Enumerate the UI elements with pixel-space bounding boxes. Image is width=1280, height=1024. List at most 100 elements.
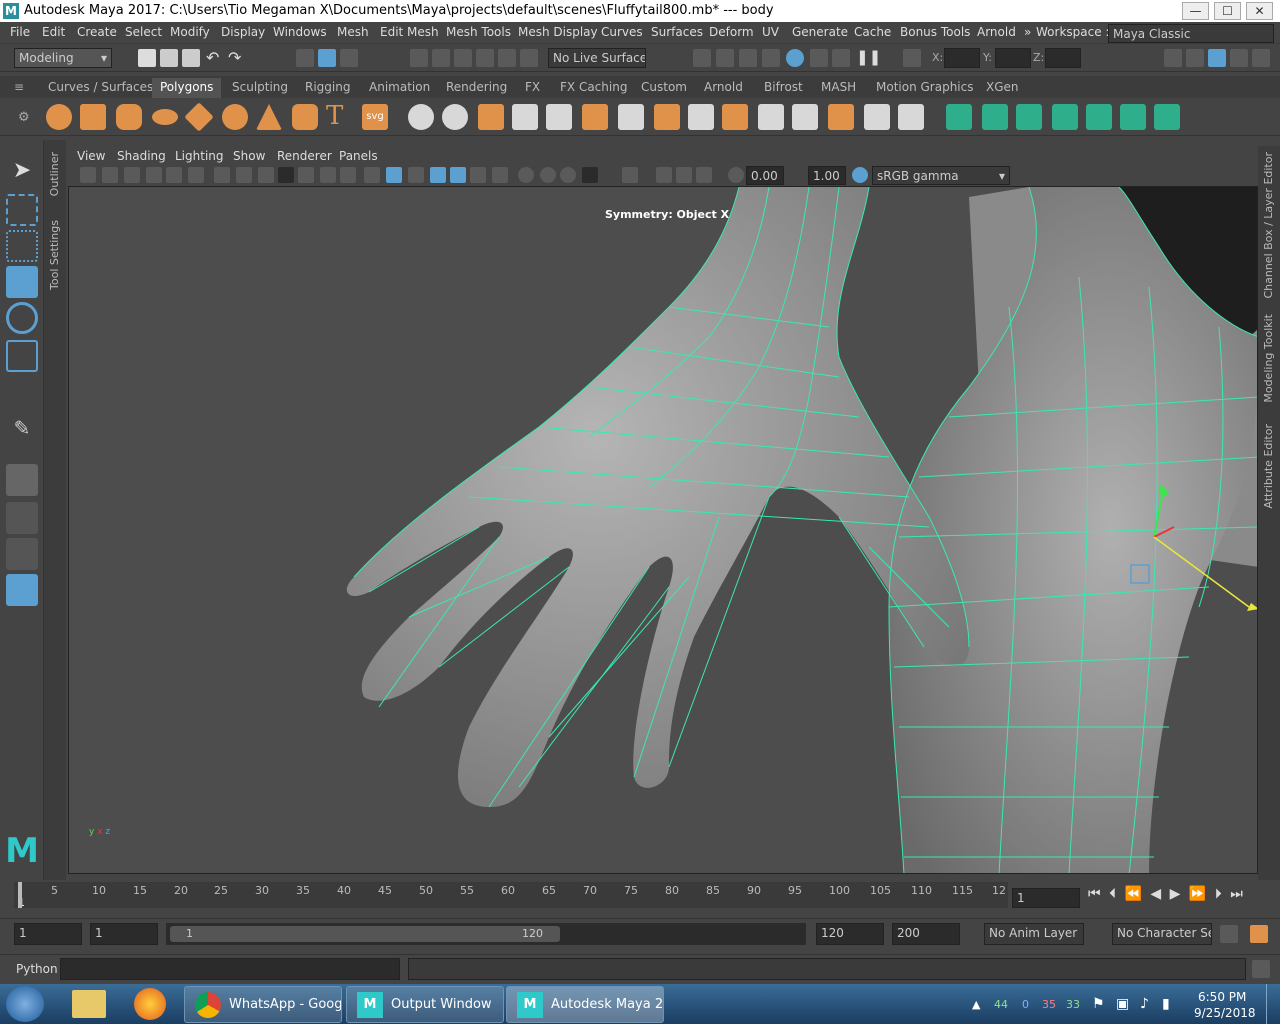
show-desktop-button[interactable] xyxy=(1266,984,1280,1024)
panel-menu-show[interactable]: Show xyxy=(233,149,265,163)
maximize-button[interactable]: ☐ xyxy=(1214,2,1241,20)
film-gate-icon[interactable] xyxy=(236,167,252,183)
menu-curves[interactable]: Curves xyxy=(601,25,643,39)
select-tool-icon[interactable]: ➤ xyxy=(6,158,38,190)
menu-mesh-tools[interactable]: Mesh Tools xyxy=(446,25,511,39)
play-backward-icon[interactable]: ◀ xyxy=(1150,886,1161,902)
gear-icon[interactable]: ⚙ xyxy=(18,110,30,125)
current-frame-field[interactable]: 1 xyxy=(1012,888,1080,908)
default-material-icon[interactable] xyxy=(408,167,424,183)
step-back-frame-icon[interactable]: ⏪ xyxy=(1125,886,1142,902)
animation-prefs-icon[interactable] xyxy=(1250,925,1268,943)
workspace-select[interactable]: Maya Classic xyxy=(1108,24,1274,43)
render-settings-icon[interactable] xyxy=(762,49,780,67)
snap-grid-icon[interactable] xyxy=(410,49,428,67)
undo-icon[interactable]: ↶ xyxy=(206,48,219,67)
poly-torus-icon[interactable] xyxy=(184,102,214,132)
last-tool-icon[interactable]: ✎ xyxy=(6,416,38,448)
cylindrical-uv-icon[interactable] xyxy=(982,104,1008,130)
panel-menu-panels[interactable]: Panels xyxy=(339,149,378,163)
taskbar-whatsapp[interactable]: WhatsApp - Goog... xyxy=(184,986,342,1023)
anim-layer-field[interactable]: No Anim Layer xyxy=(984,923,1084,945)
tab-fx[interactable]: FX xyxy=(517,78,548,98)
command-input[interactable] xyxy=(60,958,400,980)
tab-xgen[interactable]: XGen xyxy=(978,78,1027,98)
checker-uv-icon[interactable] xyxy=(1120,104,1146,130)
rotate-tool-icon[interactable] xyxy=(6,302,38,334)
step-forward-key-icon[interactable]: ⏵ xyxy=(1215,886,1222,902)
color-management-icon[interactable] xyxy=(852,167,868,183)
camera-attributes-icon[interactable] xyxy=(102,167,118,183)
step-forward-frame-icon[interactable]: ⏩ xyxy=(1189,886,1206,902)
menu-create[interactable]: Create xyxy=(77,25,117,39)
poly-cube-icon[interactable] xyxy=(80,104,106,130)
ipr-render-icon[interactable] xyxy=(739,49,757,67)
reduce-icon[interactable] xyxy=(688,104,714,130)
xray-joints-icon[interactable] xyxy=(676,167,692,183)
auto-key-icon[interactable] xyxy=(1220,925,1238,943)
tab-arnold[interactable]: Arnold xyxy=(696,78,751,98)
channel-box-tab[interactable]: Channel Box / Layer Editor xyxy=(1262,152,1275,299)
grease-pencil-icon[interactable] xyxy=(166,167,182,183)
tab-polygons[interactable]: Polygons xyxy=(152,78,222,98)
gate-mask-icon[interactable] xyxy=(278,167,294,183)
bridge-icon[interactable] xyxy=(722,104,748,130)
resolution-gate-icon[interactable] xyxy=(258,167,274,183)
four-view-icon[interactable] xyxy=(6,502,38,534)
panel-menu-lighting[interactable]: Lighting xyxy=(175,149,224,163)
range-slider[interactable]: 1 120 xyxy=(166,923,806,945)
sign-in-icon[interactable] xyxy=(1164,49,1182,67)
safe-title-icon[interactable] xyxy=(340,167,356,183)
textured-icon[interactable] xyxy=(450,167,466,183)
outliner-tab[interactable]: Outliner xyxy=(48,152,61,196)
show-hidden-icons[interactable]: ▲ xyxy=(972,998,980,1011)
snap-curve-icon[interactable] xyxy=(432,49,450,67)
menu-bonus-tools[interactable]: Bonus Tools xyxy=(900,25,970,39)
attribute-editor-tab[interactable]: Attribute Editor xyxy=(1262,424,1275,509)
menu-surfaces[interactable]: Surfaces xyxy=(651,25,703,39)
pen-icon[interactable] xyxy=(188,167,204,183)
playback-end-field[interactable]: 120 xyxy=(816,923,884,945)
modeling-toolkit-icon[interactable] xyxy=(1186,49,1204,67)
menu-edit[interactable]: Edit xyxy=(42,25,65,39)
automatic-uv-icon[interactable] xyxy=(1052,104,1078,130)
shadows-icon[interactable] xyxy=(492,167,508,183)
taskbar-output-window[interactable]: M Output Window xyxy=(346,986,504,1023)
poly-svg-icon[interactable]: svg xyxy=(362,104,388,130)
modeling-toolkit-tab[interactable]: Modeling Toolkit xyxy=(1262,314,1275,403)
ambient-occlusion-icon[interactable] xyxy=(518,167,534,183)
light-editor-icon[interactable] xyxy=(832,49,850,67)
save-scene-icon[interactable] xyxy=(182,49,200,67)
gamma-field[interactable]: 1.00 xyxy=(808,166,846,185)
select-object-icon[interactable] xyxy=(318,49,336,67)
spherical-uv-icon[interactable] xyxy=(1016,104,1042,130)
select-component-icon[interactable] xyxy=(340,49,358,67)
menu-select[interactable]: Select xyxy=(125,25,162,39)
fill-hole-icon[interactable] xyxy=(654,104,680,130)
open-scene-icon[interactable] xyxy=(160,49,178,67)
snap-vertex-icon[interactable] xyxy=(520,49,538,67)
render-frame-icon[interactable] xyxy=(693,49,711,67)
tab-animation[interactable]: Animation xyxy=(361,78,438,98)
lasso-tool-icon[interactable] xyxy=(6,194,38,226)
playback-start-field[interactable]: 1 xyxy=(90,923,158,945)
snap-view-icon[interactable] xyxy=(476,49,494,67)
minimize-button[interactable]: — xyxy=(1182,2,1209,20)
poly-helix-icon[interactable] xyxy=(222,104,248,130)
bookmark-icon[interactable] xyxy=(124,167,140,183)
wireframe-icon[interactable] xyxy=(364,167,380,183)
y-input[interactable] xyxy=(995,48,1031,68)
poly-pyramid-icon[interactable] xyxy=(256,104,282,130)
redo-icon[interactable]: ↷ xyxy=(228,48,241,67)
field-chart-icon[interactable] xyxy=(298,167,314,183)
menu-file[interactable]: File xyxy=(10,25,30,39)
hypershade-icon[interactable] xyxy=(786,49,804,67)
bevel-icon[interactable] xyxy=(792,104,818,130)
depth-of-field-icon[interactable] xyxy=(582,167,598,183)
tab-bifrost[interactable]: Bifrost xyxy=(756,78,811,98)
menu-mesh-display[interactable]: Mesh Display xyxy=(518,25,598,39)
render-region-icon[interactable] xyxy=(716,49,734,67)
clock-time[interactable]: 6:50 PM xyxy=(1198,990,1246,1004)
shelf-menu-icon[interactable]: ≡ xyxy=(14,80,24,94)
isolate-select-icon[interactable] xyxy=(622,167,638,183)
